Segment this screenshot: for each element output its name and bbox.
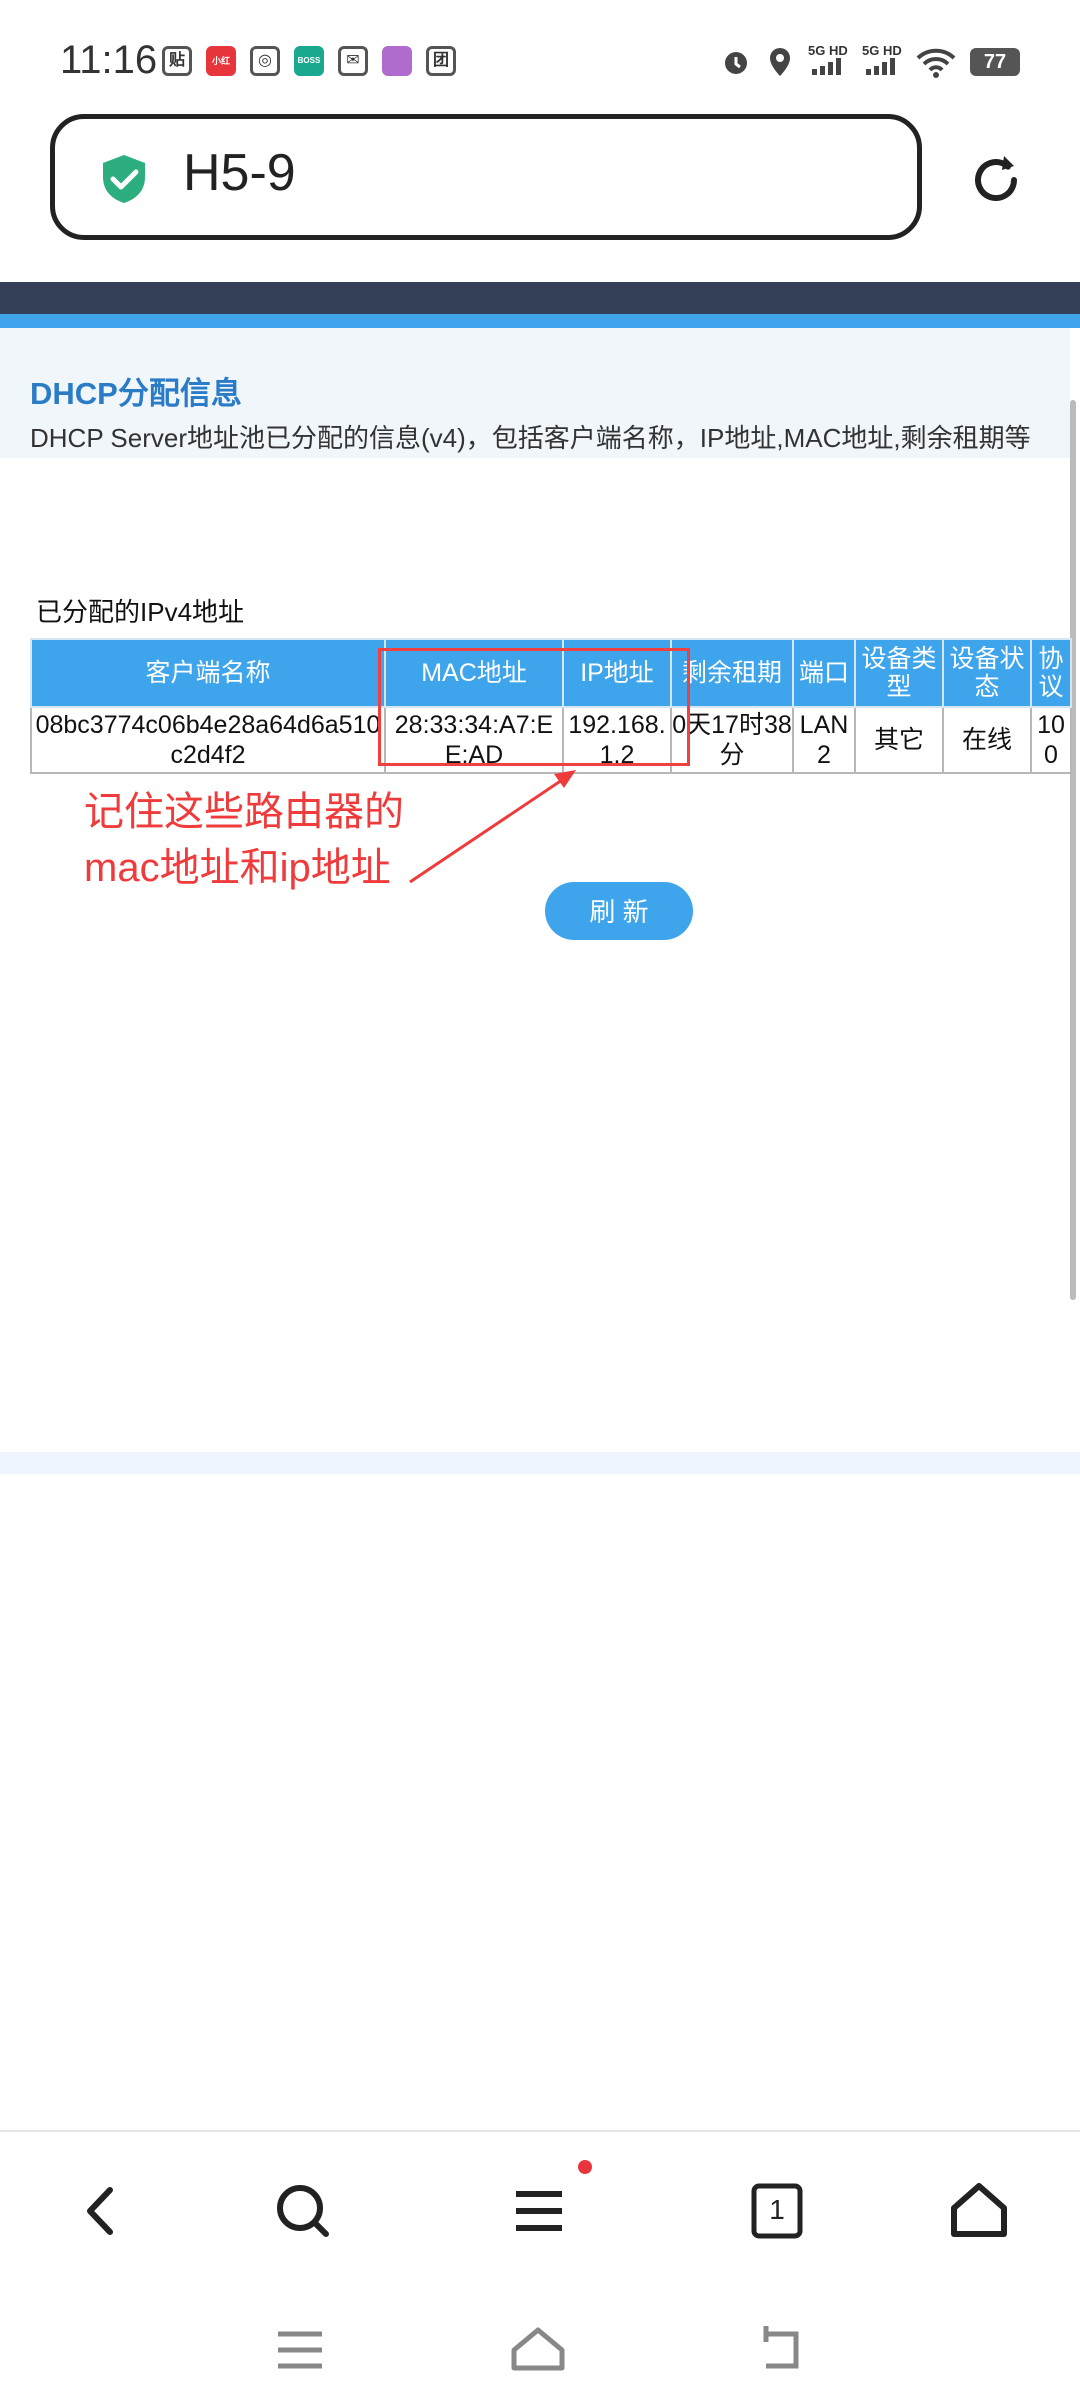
app-icon: ◎	[250, 46, 280, 76]
alarm-icon	[725, 52, 747, 74]
page-description: DHCP Server地址池已分配的信息(v4)，包括客户端名称，IP地址,MA…	[30, 423, 1031, 453]
annotation-highlight-box	[378, 648, 690, 766]
notification-dot	[578, 2160, 592, 2174]
status-bar: 11:16 贴 小红书 ◎ BOSS直聘 ✉ 团 5G HD 5G HD 77	[0, 0, 1080, 110]
signal-2: 5G HD	[862, 44, 902, 80]
notification-icons: 贴 小红书 ◎ BOSS直聘 ✉ 团	[162, 46, 456, 90]
cell-protocol: 100	[1030, 706, 1072, 774]
tieba-icon: 贴	[162, 46, 192, 76]
menu-icon[interactable]	[504, 2176, 574, 2246]
col-client-name: 客户端名称	[30, 638, 386, 708]
section-label: 已分配的IPv4地址	[36, 597, 245, 627]
annotation-text: 记住这些路由器的mac地址和ip地址	[84, 790, 404, 890]
tabs-count: 1	[769, 2194, 785, 2225]
tabs-button[interactable]: 1	[742, 2176, 812, 2246]
xiaohongshu-icon: 小红书	[206, 46, 236, 90]
cell-client-name: 08bc3774c06b4e28a64d6a510c2d4f2	[30, 706, 386, 774]
page-footer-bar	[0, 1452, 1080, 1474]
col-protocol: 协议	[1030, 638, 1072, 708]
refresh-button[interactable]: 刷 新	[545, 882, 693, 940]
browser-toolbar: 1	[0, 2130, 1080, 2282]
info-panel: DHCP分配信息 DHCP Server地址池已分配的信息(v4)，包括客户端名…	[0, 328, 1070, 458]
page-accent-bar	[0, 314, 1080, 328]
clock: 11:16	[60, 38, 158, 82]
cell-device-status: 在线	[942, 706, 1032, 774]
location-icon	[770, 48, 790, 76]
signal-bars-icon	[812, 58, 841, 75]
secure-shield-icon	[103, 155, 145, 203]
col-port: 端口	[792, 638, 856, 708]
signal-1: 5G HD	[808, 44, 848, 80]
home-icon[interactable]	[944, 2176, 1014, 2246]
col-device-status: 设备状态	[942, 638, 1032, 708]
url-text: H5-9	[183, 144, 296, 202]
signal-bars-icon	[866, 58, 895, 75]
col-device-type: 设备类型	[854, 638, 944, 708]
system-back-icon[interactable]	[752, 2320, 812, 2380]
system-home-icon[interactable]	[508, 2320, 568, 2380]
game-icon	[382, 46, 412, 76]
page-header-bar	[0, 282, 1080, 314]
status-indicators: 5G HD 5G HD 77	[720, 44, 1020, 80]
search-icon[interactable]	[268, 2176, 338, 2246]
mail-icon: ✉	[338, 46, 368, 76]
reload-icon[interactable]	[966, 150, 1026, 210]
wifi-icon	[916, 48, 956, 78]
tuan-icon: 团	[426, 46, 456, 76]
cell-port: LAN2	[792, 706, 856, 774]
address-bar[interactable]: H5-9	[50, 114, 922, 240]
recent-apps-icon[interactable]	[270, 2320, 330, 2380]
cell-device-type: 其它	[854, 706, 944, 774]
back-icon[interactable]	[66, 2176, 136, 2246]
page-title: DHCP分配信息	[30, 376, 242, 411]
battery-indicator: 77	[970, 48, 1020, 76]
system-navigation	[0, 2290, 1080, 2408]
scrollbar[interactable]	[1070, 400, 1076, 1300]
boss-zhipin-icon: BOSS直聘	[294, 46, 324, 89]
annotation-arrow-icon	[409, 770, 576, 884]
